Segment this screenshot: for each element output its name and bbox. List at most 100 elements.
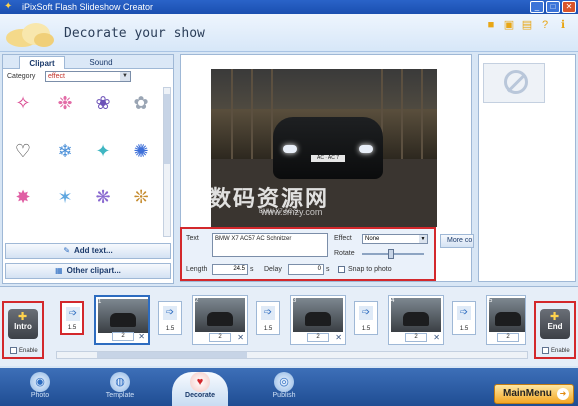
slide-item[interactable]: 2 2 ✕ (192, 295, 248, 345)
transition-item[interactable]: ➩ 1.5 (158, 301, 182, 335)
help-icon[interactable]: ? (538, 18, 552, 32)
nav-decorate-label: Decorate (185, 392, 215, 399)
arrow-right-icon: ➩ (359, 306, 373, 320)
clipart-item[interactable]: ❄ (53, 139, 77, 163)
save-icon[interactable]: ▣ (502, 18, 516, 32)
slide-item[interactable]: 1 2 ✕ (94, 295, 150, 345)
nav-template-label: Template (105, 392, 135, 399)
scroll-thumb[interactable] (97, 352, 247, 358)
other-clipart-button[interactable]: ▦ Other clipart... (5, 263, 171, 279)
clipart-item[interactable]: ❊ (129, 185, 153, 209)
no-image-icon (504, 70, 528, 94)
slide-delay[interactable]: 2 (112, 332, 134, 341)
slide-number: 3 (293, 298, 297, 304)
plus-icon: ✚ (18, 311, 28, 323)
minimize-button[interactable]: _ (530, 1, 544, 13)
slide-delay[interactable]: 2 (405, 333, 427, 342)
nav-photo[interactable]: ◉ Photo (12, 372, 68, 406)
delay-input[interactable]: 0 (288, 264, 324, 275)
clipart-item[interactable]: ✺ (129, 139, 153, 163)
length-input[interactable]: 24.5 (212, 264, 248, 275)
header: Decorate your show ■ ▣ ▤ ? ℹ (0, 14, 578, 52)
clipart-item[interactable]: ❉ (53, 91, 77, 115)
info-icon[interactable]: ℹ (556, 18, 570, 32)
intro-enable-checkbox[interactable] (10, 347, 17, 354)
text-input[interactable]: BMW X7 AC57 AC Schnitzer (212, 233, 328, 257)
clipart-item[interactable]: ✧ (11, 91, 35, 115)
empty-slot[interactable] (483, 63, 545, 103)
transition-duration: 1.5 (165, 326, 175, 332)
clipart-item[interactable]: ❀ (91, 91, 115, 115)
tab-clipart[interactable]: Clipart (19, 56, 65, 69)
effect-select[interactable]: None ▼ (362, 234, 428, 244)
nav-decorate[interactable]: ♥ Decorate (172, 372, 228, 406)
nav-template[interactable]: ◍ Template (92, 372, 148, 406)
arrow-right-icon: ➜ (557, 388, 569, 400)
transition-item[interactable]: ➩ 1.5 (256, 301, 280, 335)
delay-label: Delay (264, 266, 282, 273)
end-enable-checkbox[interactable] (542, 347, 549, 354)
delete-icon[interactable]: ✕ (433, 333, 440, 342)
add-text-button[interactable]: ✎ Add text... (5, 243, 171, 259)
timeline-scrollbar[interactable] (56, 351, 528, 359)
transition-item[interactable]: ➩ 1.5 (452, 301, 476, 335)
clipart-item[interactable]: ✶ (53, 185, 77, 209)
slider-knob[interactable] (388, 249, 394, 259)
delete-icon[interactable]: ✕ (335, 333, 342, 342)
slide-number: 1 (98, 299, 102, 305)
globe-icon: ◎ (274, 372, 294, 392)
more-button[interactable]: More co (440, 234, 474, 248)
snap-label: Snap to photo (348, 266, 392, 273)
intro-section: ✚ Intro Enable (2, 301, 44, 359)
clipart-item[interactable]: ✿ (129, 91, 153, 115)
clipart-scrollbar[interactable] (163, 87, 171, 237)
clipart-item[interactable]: ♡ (11, 139, 35, 163)
effect-label: Effect (334, 235, 352, 242)
main-menu-button[interactable]: MainMenu ➜ (494, 384, 574, 404)
clipart-item[interactable]: ✦ (91, 139, 115, 163)
slide-item[interactable]: 3 2 ✕ (290, 295, 346, 345)
export-icon[interactable]: ▤ (520, 18, 534, 32)
length-unit: s (250, 266, 254, 273)
arrow-right-icon: ➩ (457, 306, 471, 320)
slide-delay[interactable]: 2 (497, 333, 519, 342)
chevron-down-icon: ▼ (419, 235, 427, 243)
title-bar: ✦ iPixSoft Flash Slideshow Creator _ □ ✕ (0, 0, 578, 14)
add-text-label: Add text... (74, 246, 113, 255)
maximize-button[interactable]: □ (546, 1, 560, 13)
chevron-down-icon: ▼ (120, 72, 130, 81)
category-select[interactable]: effect ▼ (45, 71, 131, 82)
close-button[interactable]: ✕ (562, 1, 576, 13)
transition-duration: 1.5 (361, 326, 371, 332)
photo-icon: ◉ (30, 372, 50, 392)
snap-checkbox[interactable] (338, 266, 345, 273)
scroll-thumb[interactable] (164, 94, 170, 164)
delete-icon[interactable]: ✕ (237, 333, 244, 342)
slide-delay[interactable]: 2 (209, 333, 231, 342)
watermark-url: www.smzy.com (261, 207, 323, 217)
nav-publish[interactable]: ◎ Publish (256, 372, 312, 406)
end-button[interactable]: ✚ End (540, 309, 570, 339)
folder-icon[interactable]: ■ (484, 18, 498, 32)
category-value: effect (48, 73, 65, 80)
slide-item[interactable]: 52 (486, 295, 526, 345)
rotate-slider[interactable] (362, 249, 424, 259)
intro-button[interactable]: ✚ Intro (8, 309, 38, 339)
tab-sound[interactable]: Sound (81, 56, 121, 69)
end-enable-label: Enable (551, 348, 570, 355)
transition-item[interactable]: ➩ 1.5 (60, 301, 84, 335)
slide-delay[interactable]: 2 (307, 333, 329, 342)
text-label: Text (186, 235, 199, 242)
end-label: End (547, 322, 563, 331)
delete-icon[interactable]: ✕ (138, 332, 145, 341)
clipart-item[interactable]: ❋ (91, 185, 115, 209)
pencil-icon: ✎ (63, 246, 71, 255)
bottom-nav: ◉ Photo ◍ Template ♥ Decorate ◎ Publish (0, 368, 578, 406)
transition-item[interactable]: ➩ 1.5 (354, 301, 378, 335)
effect-value: None (365, 236, 380, 242)
clipart-item[interactable]: ✸ (11, 185, 35, 209)
heart-icon: ♥ (190, 372, 210, 392)
category-label: Category (7, 73, 36, 80)
app-icon: ✦ (4, 1, 13, 12)
slide-item[interactable]: 4 2 ✕ (388, 295, 444, 345)
